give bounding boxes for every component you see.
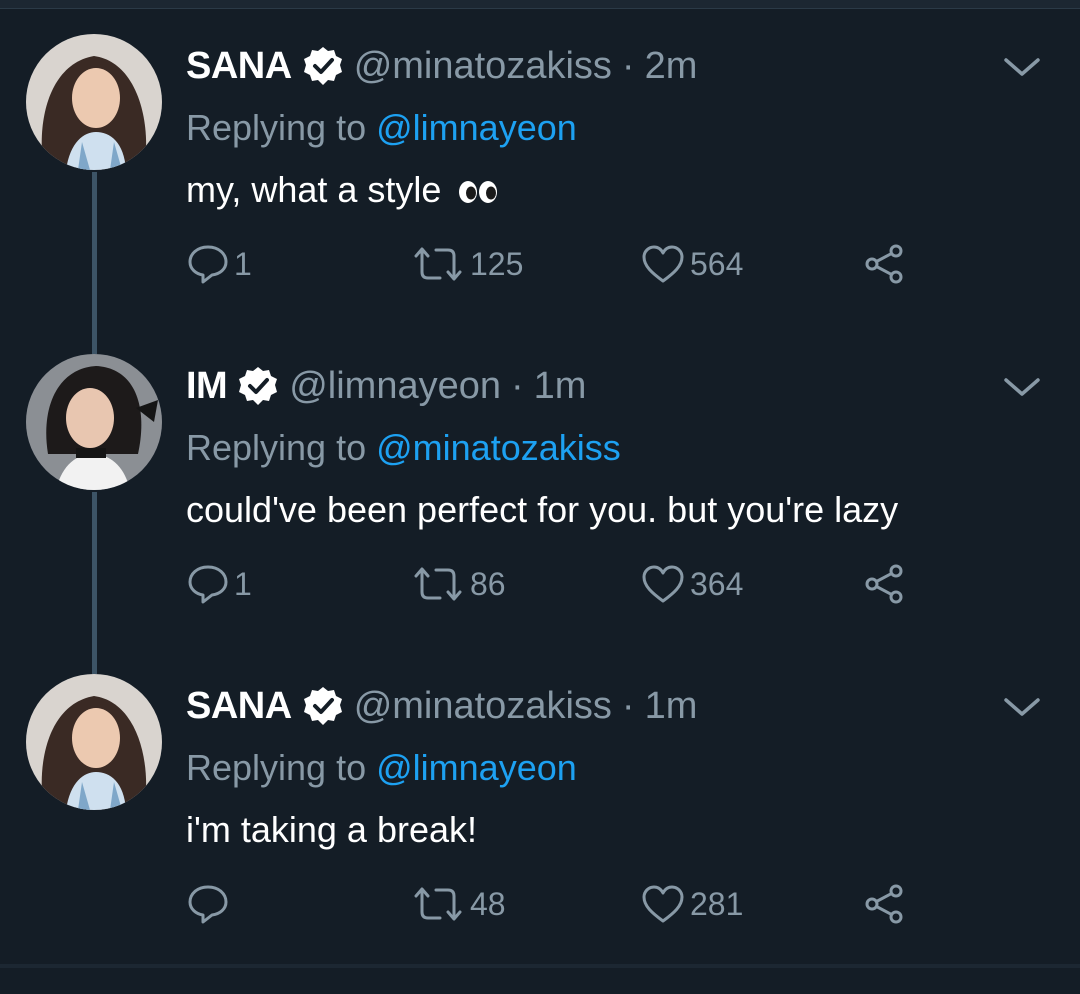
reply-button[interactable]: 1: [186, 234, 252, 294]
avatar[interactable]: [26, 674, 162, 810]
retweet-button[interactable]: 86: [410, 554, 506, 614]
separator-dot: ·: [511, 365, 524, 407]
retweet-button[interactable]: 125: [410, 234, 523, 294]
share-button[interactable]: [862, 874, 906, 934]
tweet-actions: 1 86 364: [0, 554, 1080, 614]
tweet-text: my, what a style: [186, 162, 499, 218]
retweet-icon: [414, 887, 462, 921]
top-divider: [0, 0, 1080, 9]
chevron-down-icon[interactable]: [1002, 48, 1042, 88]
replying-to-label: Replying to: [186, 747, 367, 788]
tweet-text-content: i'm taking a break!: [186, 809, 478, 850]
user-handle[interactable]: @limnayeon: [289, 356, 501, 416]
tweet-text-content: could've been perfect for you. but you'r…: [186, 489, 899, 530]
retweet-button[interactable]: 48: [410, 874, 506, 934]
verified-badge-icon: [302, 45, 344, 87]
replying-to-mention[interactable]: @limnayeon: [376, 107, 577, 148]
like-button[interactable]: 364: [640, 554, 743, 614]
share-button[interactable]: [862, 554, 906, 614]
heart-icon: [642, 885, 684, 923]
bottom-divider: [0, 964, 1080, 968]
chevron-down-icon[interactable]: [1002, 368, 1042, 408]
share-icon: [865, 564, 903, 604]
replying-to-line: Replying to @minatozakiss: [186, 420, 621, 476]
reply-bubble-icon: [188, 245, 228, 284]
heart-icon: [642, 245, 684, 283]
like-count: 564: [690, 245, 744, 282]
tweet[interactable]: SANA @minatozakiss · 1m Replying to @lim…: [0, 674, 1080, 994]
retweet-count: 86: [470, 565, 506, 602]
tweet-header: SANA @minatozakiss · 1m: [186, 676, 697, 736]
tweet-header: SANA @minatozakiss · 2m: [186, 36, 697, 96]
share-icon: [865, 884, 903, 924]
avatar[interactable]: [26, 354, 162, 490]
timestamp[interactable]: 1m: [645, 676, 698, 736]
eyes-emoji-icon: [457, 179, 499, 205]
separator-dot: ·: [621, 685, 635, 727]
share-icon: [865, 244, 903, 284]
tweet-text-content: my, what a style: [186, 169, 442, 210]
replying-to-line: Replying to @limnayeon: [186, 100, 577, 156]
replying-to-line: Replying to @limnayeon: [186, 740, 577, 796]
timestamp[interactable]: 1m: [534, 356, 587, 416]
like-button[interactable]: 564: [640, 234, 743, 294]
tweet-header: IM @limnayeon · 1m: [186, 356, 586, 416]
retweet-count: 125: [470, 245, 524, 282]
heart-icon: [642, 565, 684, 603]
share-button[interactable]: [862, 234, 906, 294]
display-name[interactable]: SANA: [186, 676, 292, 736]
retweet-icon: [414, 567, 462, 601]
reply-count: 1: [234, 245, 252, 282]
replying-to-mention[interactable]: @minatozakiss: [376, 427, 621, 468]
reply-bubble-icon: [188, 885, 228, 924]
display-name[interactable]: SANA: [186, 36, 292, 96]
like-count: 364: [690, 565, 744, 602]
tweet-actions: 48 281: [0, 874, 1080, 934]
tweet[interactable]: IM @limnayeon · 1m Replying to @minatoza…: [0, 354, 1080, 674]
tweet[interactable]: SANA @minatozakiss · 2m Replying to @lim…: [0, 34, 1080, 354]
like-count: 281: [690, 885, 744, 922]
tweet-actions: 1 125 564: [0, 234, 1080, 294]
chevron-down-icon[interactable]: [1002, 688, 1042, 728]
tweet-text: could've been perfect for you. but you'r…: [186, 482, 898, 538]
retweet-icon: [414, 247, 462, 281]
user-handle[interactable]: @minatozakiss: [354, 676, 612, 736]
retweet-count: 48: [470, 885, 506, 922]
display-name[interactable]: IM: [186, 356, 228, 416]
tweet-text: i'm taking a break!: [186, 802, 477, 858]
like-button[interactable]: 281: [640, 874, 743, 934]
reply-count: 1: [234, 565, 252, 602]
reply-button[interactable]: [186, 874, 234, 934]
separator-dot: ·: [621, 45, 635, 87]
avatar[interactable]: [26, 34, 162, 170]
reply-bubble-icon: [188, 565, 228, 604]
replying-to-label: Replying to: [186, 427, 367, 468]
timestamp[interactable]: 2m: [645, 36, 698, 96]
verified-badge-icon: [237, 365, 279, 407]
verified-badge-icon: [302, 685, 344, 727]
user-handle[interactable]: @minatozakiss: [354, 36, 612, 96]
replying-to-mention[interactable]: @limnayeon: [376, 747, 577, 788]
replying-to-label: Replying to: [186, 107, 367, 148]
reply-button[interactable]: 1: [186, 554, 252, 614]
